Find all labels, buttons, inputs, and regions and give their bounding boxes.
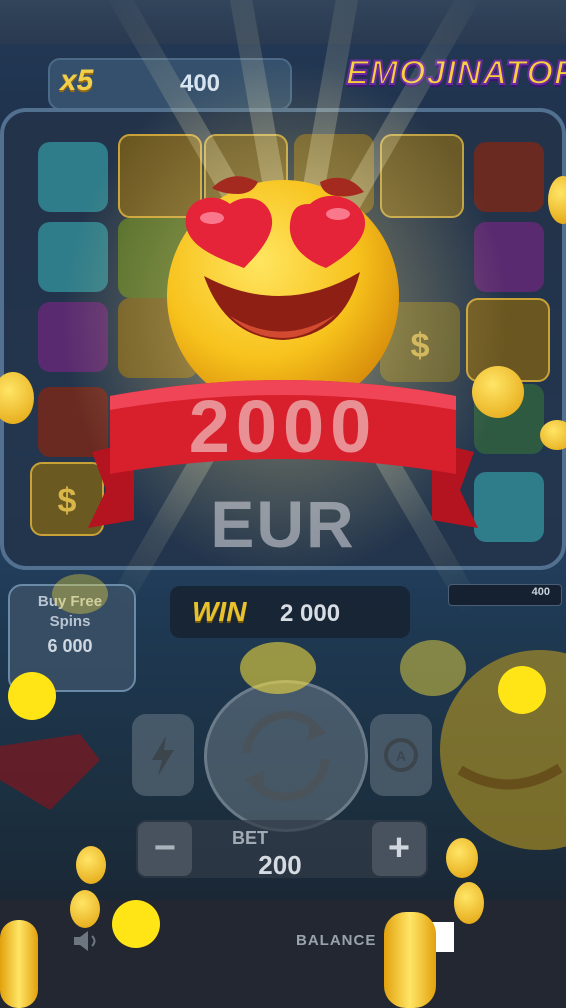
svg-text:A: A [396, 748, 406, 764]
turbo-button[interactable] [132, 714, 194, 796]
gold-coin [384, 912, 436, 1008]
gold-coin [76, 846, 106, 884]
bet-increase-button[interactable]: + [372, 822, 426, 876]
side-info-value: 400 [531, 586, 550, 598]
big-win-amount: 2000 [188, 385, 378, 468]
spin-arrows-icon [243, 710, 329, 802]
buy-free-spins-price: 6 000 [47, 636, 93, 656]
autoplay-button[interactable]: A [370, 714, 432, 796]
gold-coin [472, 366, 524, 418]
win-value: 2 000 [280, 600, 341, 627]
multiplier-label: x5 [60, 64, 94, 97]
gold-coin [400, 640, 466, 696]
gold-coin [8, 672, 56, 720]
autoplay-icon: A [384, 738, 418, 772]
big-win-currency: EUR [210, 487, 356, 561]
win-label: WIN [192, 596, 247, 627]
balance-label: BALANCE [296, 932, 377, 949]
red-gem-decoration [0, 730, 100, 810]
sound-icon[interactable] [72, 930, 102, 952]
bet-label: BET [232, 828, 268, 848]
gold-coin [446, 838, 478, 878]
svg-text:$: $ [58, 482, 77, 520]
spin-button[interactable] [204, 680, 368, 832]
gold-coin [240, 642, 316, 694]
turbo-bolt-icon [152, 736, 174, 776]
cyan-face-tile [474, 472, 544, 542]
gold-coin [52, 574, 108, 614]
gold-coin [112, 900, 160, 948]
bet-decrease-button[interactable]: − [138, 822, 192, 876]
bet-value: 200 [258, 850, 302, 880]
gold-coin [540, 420, 566, 450]
gold-coin [498, 666, 546, 714]
gold-coin [454, 882, 484, 924]
top-bar [0, 0, 566, 44]
gold-coin [0, 920, 38, 1008]
gold-coin [70, 890, 100, 928]
